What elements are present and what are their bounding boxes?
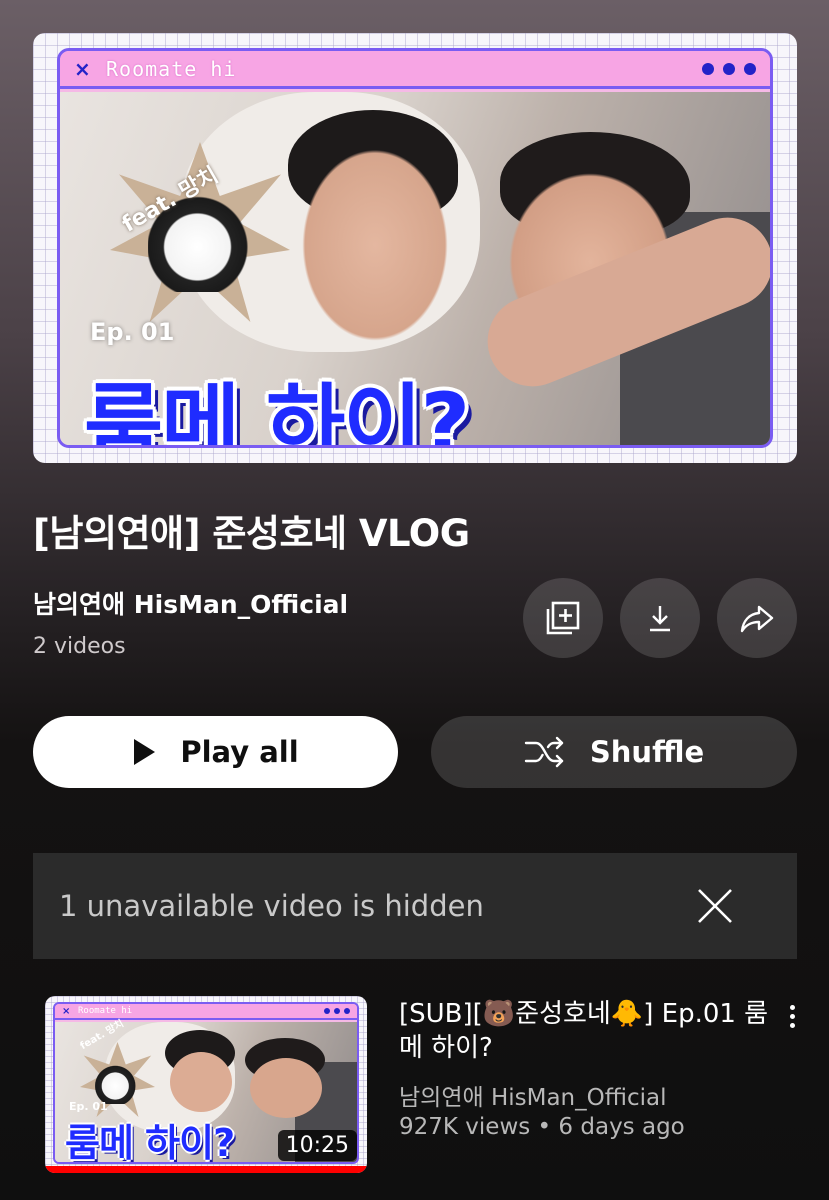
close-icon xyxy=(698,889,732,923)
video-duration-badge: 10:25 xyxy=(277,1130,357,1161)
dismiss-notice-button[interactable] xyxy=(695,886,735,926)
shuffle-icon xyxy=(524,736,564,768)
shuffle-label: Shuffle xyxy=(589,735,705,769)
channel-name[interactable]: 남의연애 HisMan_Official xyxy=(33,585,348,621)
video-title[interactable]: [SUB][🐻준성호네🐥] Ep.01 룸메 하이? xyxy=(399,997,774,1065)
video-thumbnail-bar: × Roomate hi xyxy=(55,1004,357,1020)
playlist-title: [남의연애] 준성호네 VLOG xyxy=(33,512,470,555)
thumbnail-window-frame: × Roomate hi feat. 망치 Ep. 01 룸메 하이? xyxy=(57,48,773,448)
thumbnail-headline: 룸메 하이? xyxy=(84,375,470,448)
play-all-label: Play all xyxy=(180,735,299,769)
video-meta: 927K views • 6 days ago xyxy=(399,1114,685,1140)
video-thumbnail[interactable]: × Roomate hi feat. 망치 Ep. 01 룸메 하이? 10:2… xyxy=(45,996,367,1173)
download-button[interactable] xyxy=(620,578,700,658)
person-left xyxy=(285,127,465,342)
watch-progress-bar xyxy=(45,1166,367,1173)
unavailable-notice-text: 1 unavailable video is hidden xyxy=(59,889,484,923)
video-thumbnail-close-glyph: × xyxy=(62,1005,71,1017)
more-vert-icon xyxy=(789,1004,795,1010)
video-thumbnail-headline: 룸메 하이? xyxy=(65,1121,235,1164)
download-icon xyxy=(650,606,670,632)
playlist-add-icon xyxy=(546,601,580,635)
playlist-thumbnail[interactable]: × Roomate hi feat. 망치 Ep. 01 룸메 하이? xyxy=(33,33,797,463)
video-thumbnail-dots xyxy=(324,1008,350,1014)
thumbnail-photo: feat. 망치 Ep. 01 룸메 하이? xyxy=(60,92,770,445)
share-button[interactable] xyxy=(717,578,797,658)
thumbnail-episode: Ep. 01 xyxy=(90,318,175,346)
unavailable-notice: 1 unavailable video is hidden xyxy=(33,853,797,959)
share-icon xyxy=(740,605,774,633)
thumbnail-window-title: Roomate hi xyxy=(106,56,237,81)
play-icon xyxy=(134,739,156,765)
play-all-button[interactable]: Play all xyxy=(33,716,398,788)
thumbnail-window-dots xyxy=(702,62,756,75)
shuffle-button[interactable]: Shuffle xyxy=(431,716,797,788)
video-channel: 남의연애 HisMan_Official xyxy=(399,1085,667,1111)
save-to-library-button[interactable] xyxy=(523,578,603,658)
thumbnail-close-glyph: × xyxy=(74,56,91,81)
thumbnail-window-bar: × Roomate hi xyxy=(60,51,770,89)
video-thumbnail-window-title: Roomate hi xyxy=(78,1006,133,1016)
video-more-options-button[interactable] xyxy=(780,998,804,1034)
video-count: 2 videos xyxy=(33,634,126,659)
